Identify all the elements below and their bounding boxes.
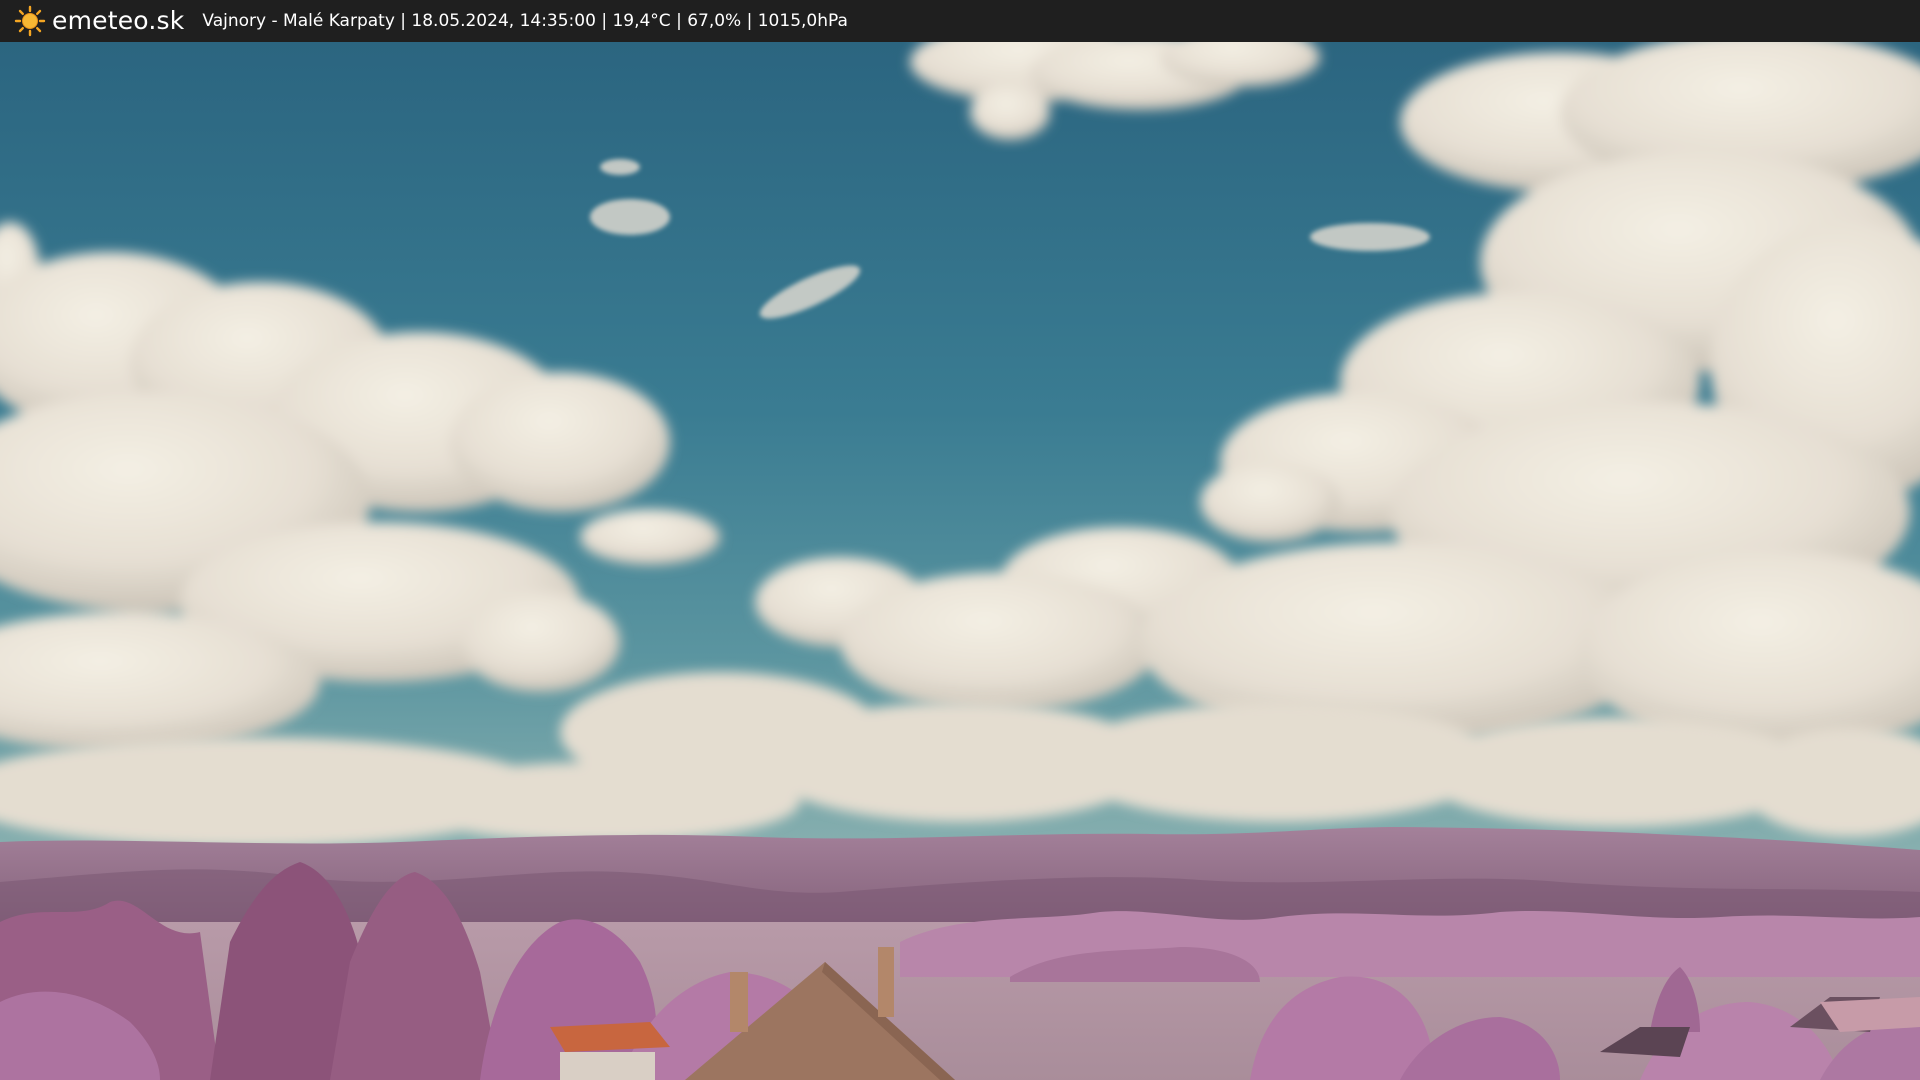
webcam-caption: Vajnory - Malé Karpaty | 18.05.2024, 14:… [202, 11, 848, 31]
webcam-image [0, 42, 1920, 1080]
tree-line [900, 910, 1920, 982]
header-bar: emeteo.sk Vajnory - Malé Karpaty | 18.05… [0, 0, 1920, 42]
brand[interactable]: emeteo.sk [14, 0, 184, 42]
sun-icon [14, 5, 46, 37]
webcam-view: emeteo.sk Vajnory - Malé Karpaty | 18.05… [0, 0, 1920, 1080]
brand-name: emeteo.sk [52, 6, 185, 35]
